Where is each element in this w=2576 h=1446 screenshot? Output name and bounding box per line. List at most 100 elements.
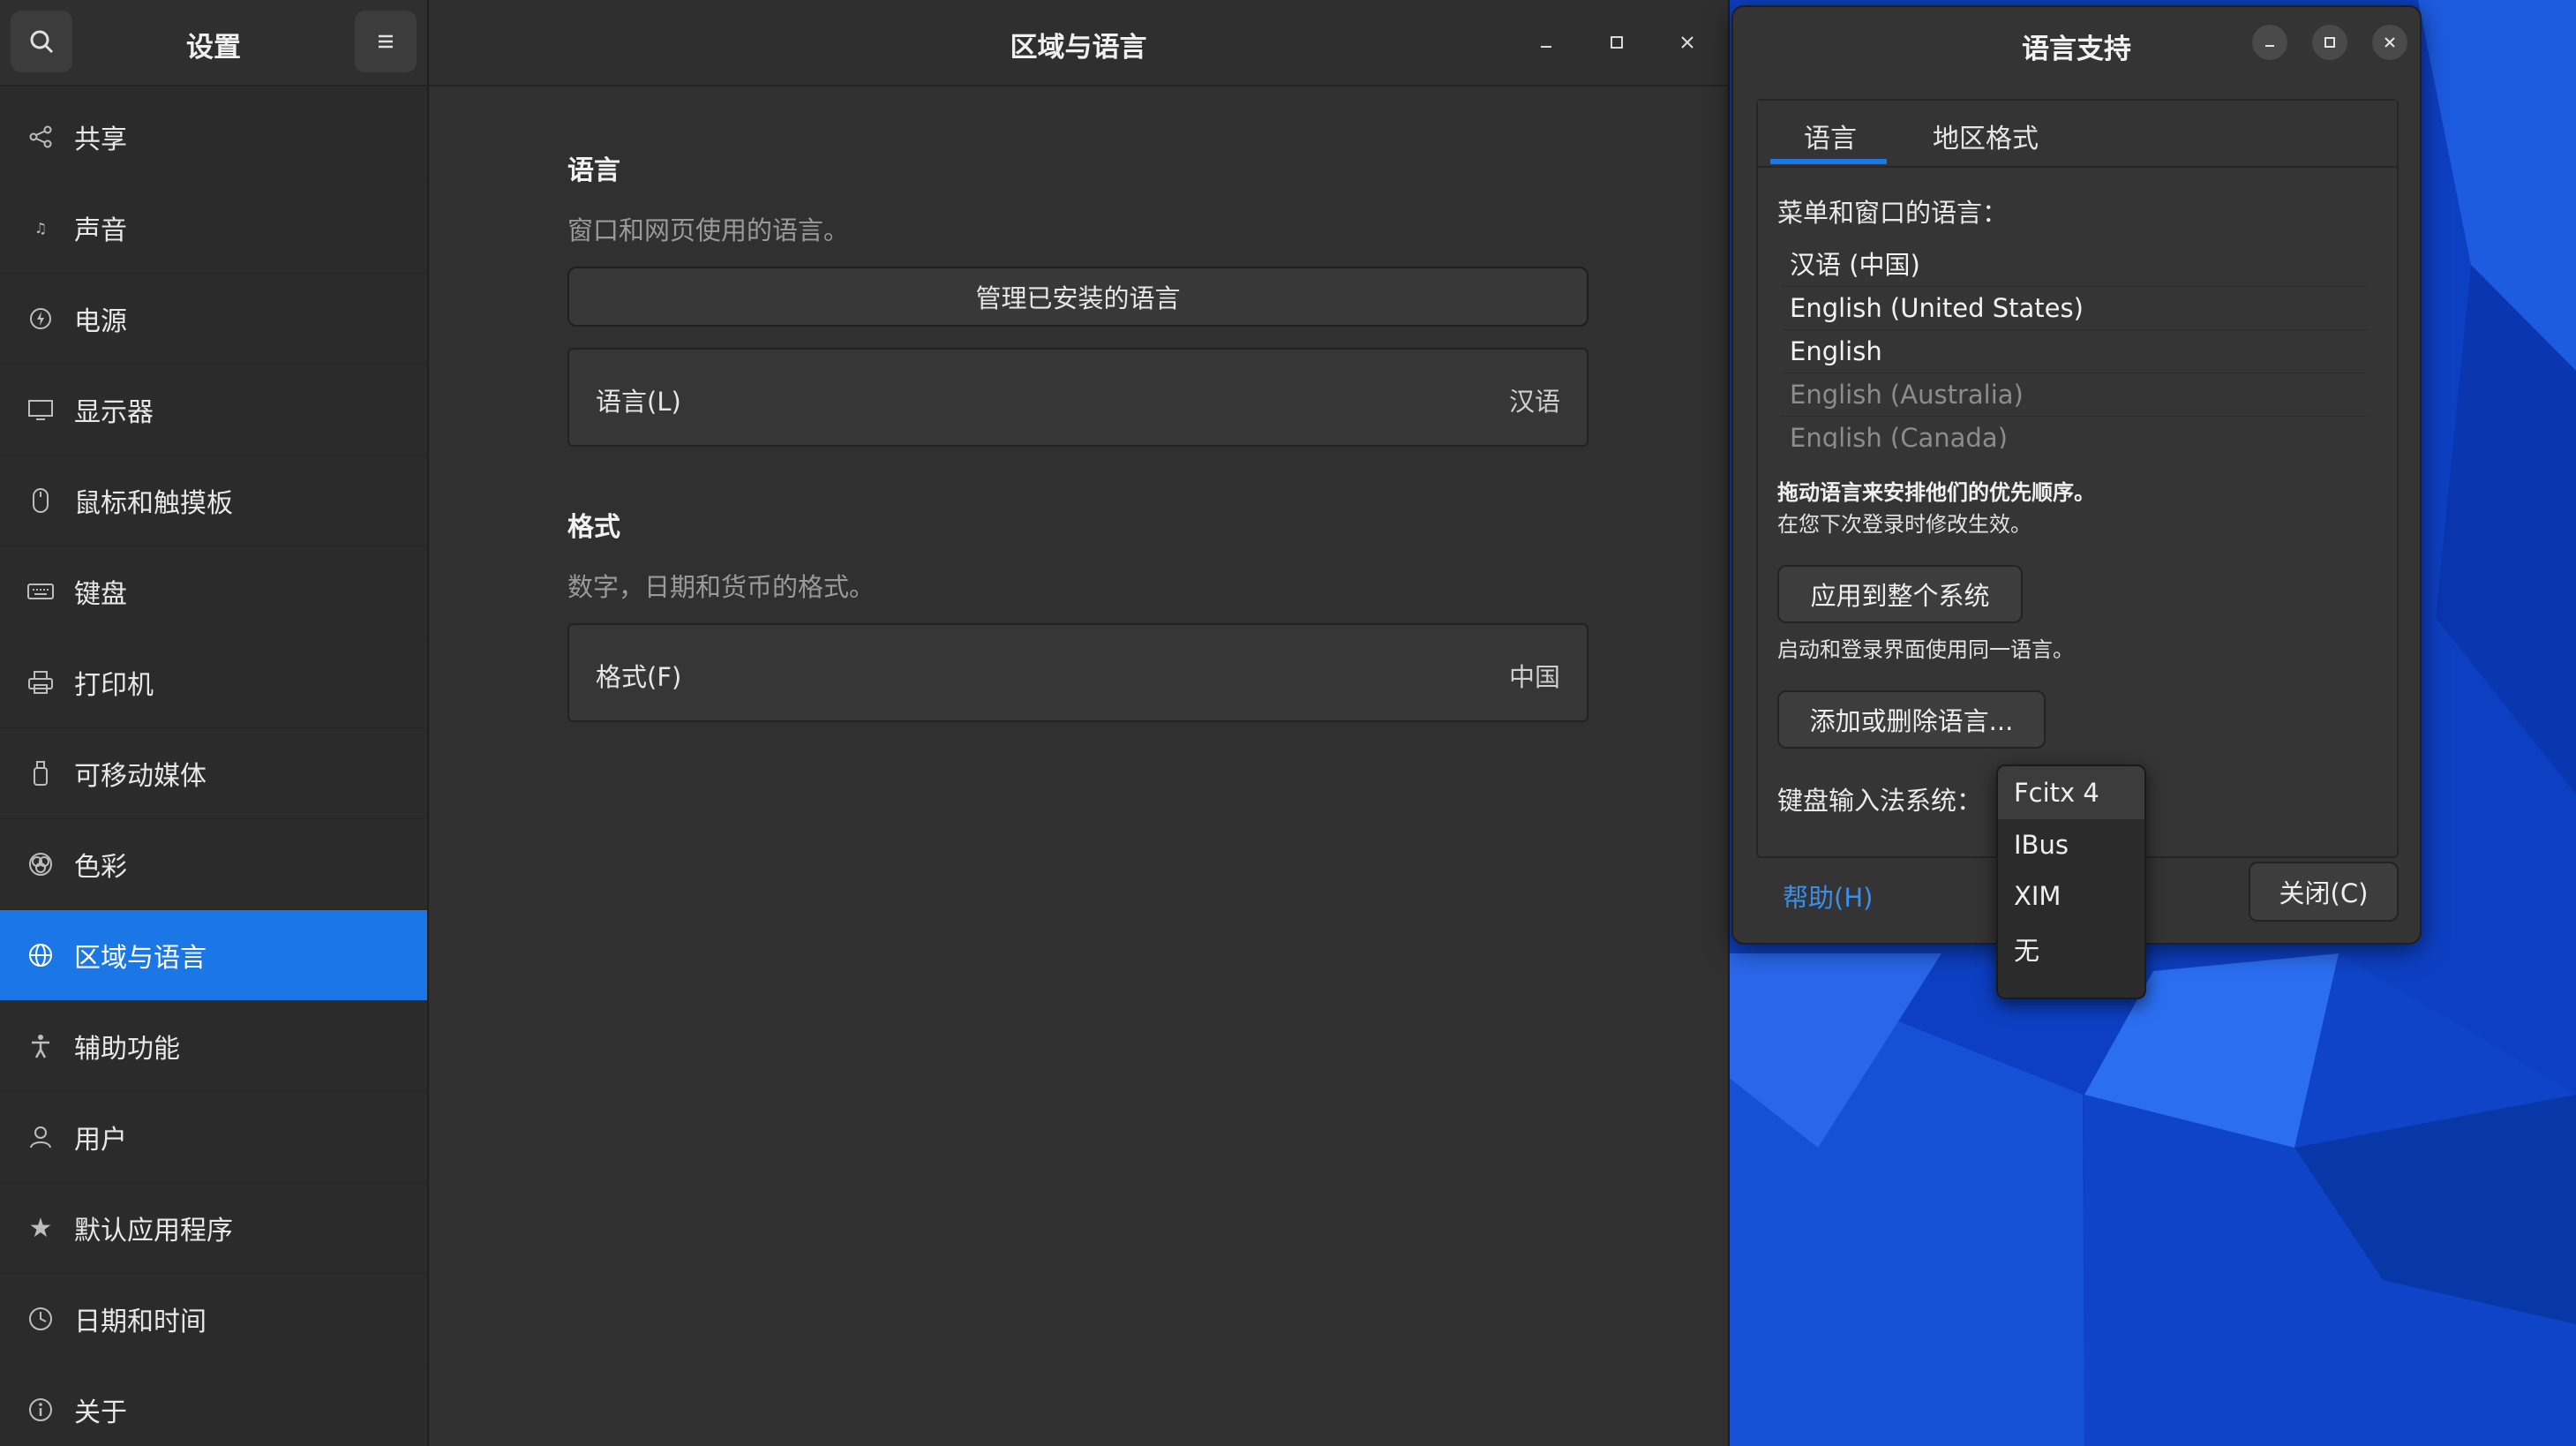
sidebar-item-power[interactable]: 电源 [0,274,427,365]
list-item[interactable]: 汉语 (中国) [1781,244,2369,287]
sidebar-header: 设置 [0,0,427,87]
minimize-icon [2265,45,2274,47]
close-dialog-button[interactable]: 关闭(C) [2249,862,2399,922]
list-item[interactable]: English (United States) [1781,287,2369,330]
list-item[interactable]: English [1781,330,2369,373]
sidebar-title: 设置 [186,32,241,64]
list-item[interactable]: English (Australia) [1781,373,2369,417]
sidebar-nav: 共享 ♫ 声音 电源 显示器 鼠标和触摸板 键盘 打印机 可移动媒体 色彩 区域与… [0,92,427,1446]
sidebar-item-sound[interactable]: ♫ 声音 [0,183,427,274]
sidebar-item-displays[interactable]: 显示器 [0,365,427,456]
dropdown-option-none[interactable]: 无 [1998,922,2144,980]
close-icon [2384,37,2395,48]
dropdown-option-xim[interactable]: XIM [1998,870,2144,922]
tabs-frame: 语言 地区格式 菜单和窗口的语言： 汉语 (中国) English (Unite… [1756,99,2399,858]
language-section-subtitle: 窗口和网页使用的语言。 [567,215,850,245]
sidebar-item-removable-media[interactable]: 可移动媒体 [0,728,427,819]
format-row[interactable]: 格式(F) 中国 [567,623,1588,722]
sidebar-item-label: 色彩 [74,852,127,883]
language-row[interactable]: 语言(L) 汉语 [567,348,1588,447]
tab-bar: 语言 地区格式 [1758,101,2397,168]
drag-hint-text: 拖动语言来安排他们的优先顺序。 [1777,480,2095,505]
mouse-icon [23,483,58,518]
sidebar-item-label: 声音 [74,215,127,246]
user-icon [23,1119,58,1155]
sidebar-item-accessibility[interactable]: 辅助功能 [0,1001,427,1092]
search-icon [30,30,54,54]
next-login-note: 在您下次登录时修改生效。 [1777,512,2032,537]
sidebar: 设置 共享 ♫ 声音 电源 显示器 鼠标和触摸板 键盘 打印机 可移动媒体 色彩 … [0,0,429,1446]
display-icon [23,392,58,427]
dialog-close-button[interactable] [2372,25,2407,60]
menu-language-label: 菜单和窗口的语言： [1777,198,2009,228]
dialog-maximize-button[interactable] [2312,25,2347,60]
close-button[interactable] [1666,21,1709,64]
sidebar-item-mouse[interactable]: 鼠标和触摸板 [0,456,427,546]
apply-system-wide-button[interactable]: 应用到整个系统 [1777,565,2023,623]
sidebar-item-sharing[interactable]: 共享 [0,92,427,183]
globe-icon [23,938,58,973]
format-section-title: 格式 [567,512,620,543]
tab-regional-formats[interactable]: 地区格式 [1933,117,2039,155]
same-language-note: 启动和登录界面使用同一语言。 [1777,637,2074,662]
tab-language[interactable]: 语言 [1804,117,1857,155]
color-icon [23,847,58,882]
sidebar-item-label: 电源 [74,306,127,337]
printer-icon [23,665,58,700]
search-button[interactable] [11,11,72,72]
region-language-panel: 语言 窗口和网页使用的语言。 管理已安装的语言 语言(L) 汉语 格式 数字，日… [429,87,1728,1446]
minimize-icon [1541,46,1551,48]
keyboard-input-system-label: 键盘输入法系统： [1777,786,1983,816]
sidebar-item-label: 打印机 [74,670,154,701]
sidebar-item-about[interactable]: 关于 [0,1365,427,1446]
minimize-button[interactable] [1525,21,1567,64]
format-row-label: 格式(F) [596,662,682,692]
sidebar-item-users[interactable]: 用户 [0,1092,427,1183]
format-section-subtitle: 数字，日期和货币的格式。 [567,572,875,602]
sidebar-item-region-language[interactable]: 区域与语言 [0,910,427,1001]
sidebar-item-keyboard[interactable]: 键盘 [0,546,427,637]
sidebar-item-date-time[interactable]: 日期和时间 [0,1274,427,1365]
sidebar-item-label: 日期和时间 [74,1307,207,1337]
manage-languages-button[interactable]: 管理已安装的语言 [567,267,1588,327]
keyboard-icon [23,574,58,609]
language-row-label: 语言(L) [596,387,681,417]
sidebar-item-label: 区域与语言 [74,943,207,974]
sidebar-item-label: 可移动媒体 [74,761,207,792]
help-button[interactable]: 帮助(H) [1783,877,1873,915]
language-row-value: 汉语 [1508,387,1560,417]
format-row-value: 中国 [1508,662,1560,692]
sidebar-item-label: 关于 [74,1397,127,1428]
sidebar-item-printers[interactable]: 打印机 [0,637,427,728]
clock-icon [23,1301,58,1337]
accessibility-icon [23,1028,58,1064]
add-remove-languages-button[interactable]: 添加或删除语言... [1777,690,2046,749]
sidebar-item-label: 鼠标和触摸板 [74,488,233,519]
sidebar-item-label: 显示器 [74,397,154,428]
star-icon: ★ [28,1212,53,1244]
main-header: 区域与语言 [429,0,1728,87]
language-section-title: 语言 [567,155,620,186]
input-method-dropdown: Fcitx 4 IBus XIM 无 [1996,764,2146,999]
maximize-icon [1611,36,1623,49]
sidebar-item-label: 用户 [74,1125,127,1156]
usb-drive-icon [23,756,58,791]
info-icon [23,1392,58,1427]
language-list[interactable]: 汉语 (中国) English (United States) English … [1781,244,2369,448]
music-note-icon: ♫ [34,219,48,237]
hamburger-icon [379,34,393,49]
dialog-minimize-button[interactable] [2252,25,2287,60]
power-icon [23,301,58,336]
maximize-button[interactable] [1596,21,1638,64]
sidebar-item-default-apps[interactable]: ★ 默认应用程序 [0,1183,427,1274]
sidebar-item-label: 辅助功能 [74,1034,180,1065]
dropdown-option-fcitx4[interactable]: Fcitx 4 [1998,766,2144,819]
sidebar-item-color[interactable]: 色彩 [0,819,427,910]
share-icon [23,119,58,154]
dropdown-option-ibus[interactable]: IBus [1998,819,2144,870]
close-icon [1681,36,1694,49]
menu-button[interactable] [355,11,417,72]
sidebar-item-label: 键盘 [74,579,127,610]
list-item[interactable]: English (Canada) [1781,417,2369,448]
maximize-icon [2324,37,2335,48]
